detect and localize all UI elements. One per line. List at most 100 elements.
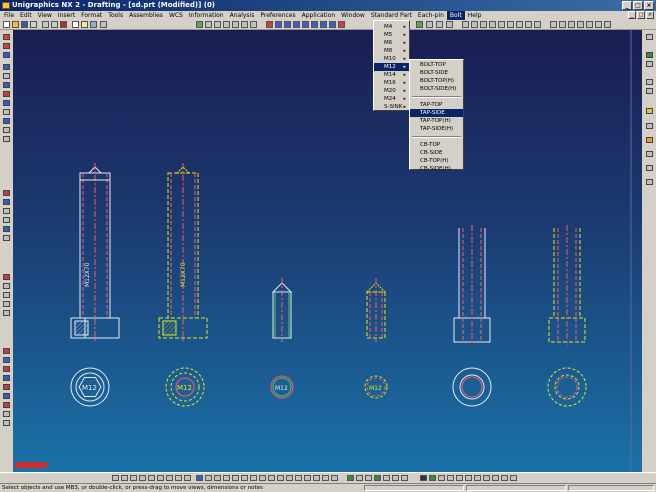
snap-quad-icon[interactable] (157, 475, 164, 481)
menu-edit[interactable]: Edit (17, 11, 35, 20)
bolt-side-view-1[interactable]: M12X70 (70, 163, 120, 342)
layer-setting-icon[interactable] (232, 475, 239, 481)
menu-window[interactable]: Window (338, 11, 368, 20)
tool-n-icon[interactable] (483, 475, 490, 481)
tool-b-icon[interactable] (365, 475, 372, 481)
break-icon[interactable] (232, 21, 239, 28)
sketch-icon[interactable] (3, 34, 10, 40)
bolt-menu-item-m10[interactable]: M10 ▸ (374, 55, 409, 63)
tap-side-view-1[interactable] (271, 278, 293, 342)
tool-d-icon[interactable] (383, 475, 390, 481)
shade-icon[interactable] (329, 21, 336, 28)
snap-intersect-icon[interactable] (166, 475, 173, 481)
bolt-menu-item-m6[interactable]: M6 ▸ (374, 39, 409, 47)
bolt-menu-item-m12[interactable]: M12 ▸ (374, 63, 409, 71)
dim-horizontal-icon[interactable] (3, 348, 10, 354)
tool-j-icon[interactable] (447, 475, 454, 481)
tool-m-icon[interactable] (474, 475, 481, 481)
fit-icon[interactable] (266, 21, 273, 28)
chamfer-icon[interactable] (3, 82, 10, 88)
toolbar-extra-5-icon[interactable] (586, 21, 593, 28)
rectangle-icon[interactable] (3, 91, 10, 97)
right-tool-6-icon[interactable] (646, 108, 653, 114)
tap-top-view-1[interactable]: M12 (270, 375, 294, 399)
refresh-icon[interactable] (302, 21, 309, 28)
right-tool-4-icon[interactable] (646, 79, 653, 85)
help-pointer-icon[interactable] (100, 21, 107, 28)
dim-radius-icon[interactable] (3, 384, 10, 390)
properties-icon[interactable] (90, 21, 97, 28)
delete-icon[interactable] (60, 21, 67, 28)
select-point-icon[interactable] (462, 21, 469, 28)
bolt-menu-item-s-sink[interactable]: S-SINK ▸ (374, 103, 409, 111)
tool-e-icon[interactable] (392, 475, 399, 481)
select-note-icon[interactable] (507, 21, 514, 28)
rotate-curve-icon[interactable] (3, 235, 10, 241)
redo-icon[interactable] (51, 21, 58, 28)
menu-assemblies[interactable]: Assemblies (126, 11, 166, 20)
point-icon[interactable] (3, 118, 10, 124)
tool-g-icon[interactable] (420, 475, 427, 481)
symbol-icon[interactable] (3, 292, 10, 298)
snap-icon[interactable] (436, 21, 443, 28)
dim-diameter-icon[interactable] (3, 393, 10, 399)
lock-icon[interactable] (331, 475, 338, 481)
tool-p-icon[interactable] (501, 475, 508, 481)
submenu-item-tap-top-h[interactable]: TAP-TOP(H) (410, 117, 463, 125)
tool-q-icon[interactable] (510, 475, 517, 481)
selection-filter-icon[interactable] (112, 475, 119, 481)
extend-icon[interactable] (3, 208, 10, 214)
dim-angular-icon[interactable] (3, 375, 10, 381)
cb-side-view-1[interactable] (453, 225, 491, 346)
undo-icon[interactable] (42, 21, 49, 28)
bolt-menu-item-m5[interactable]: M5 ▸ (374, 31, 409, 39)
menu-insert[interactable]: Insert (55, 11, 78, 20)
paste-icon[interactable] (81, 21, 88, 28)
select-symbol-icon[interactable] (516, 21, 523, 28)
snap-center-icon[interactable] (148, 475, 155, 481)
color-icon[interactable] (223, 475, 230, 481)
fillet-icon[interactable] (3, 73, 10, 79)
right-tool-1-icon[interactable] (646, 34, 653, 40)
select-sheet-icon[interactable] (498, 21, 505, 28)
right-tool-2-icon[interactable] (646, 52, 653, 58)
pan-icon[interactable] (284, 21, 291, 28)
line-icon[interactable] (3, 43, 10, 49)
snap-perp-icon[interactable] (184, 475, 191, 481)
layer-icon[interactable] (311, 21, 318, 28)
submenu-item-bolt-side[interactable]: BOLT-SIDE (410, 69, 463, 77)
edit-icon[interactable] (3, 190, 10, 196)
submenu-item-cb-top-h[interactable]: CB-TOP(H) (410, 157, 463, 165)
tool-f-icon[interactable] (401, 475, 408, 481)
copy-object-icon[interactable] (286, 475, 293, 481)
line-width-icon[interactable] (214, 475, 221, 481)
submenu-item-tap-top[interactable]: TAP-TOP (410, 101, 463, 109)
right-tool-8-icon[interactable] (646, 137, 653, 143)
drawing-icon[interactable] (196, 21, 203, 28)
centerline-icon[interactable] (3, 310, 10, 316)
view-icon[interactable] (205, 21, 212, 28)
move-icon[interactable] (3, 226, 10, 232)
tool-green-icon[interactable] (347, 475, 354, 481)
print-icon[interactable] (30, 21, 37, 28)
offset-icon[interactable] (3, 127, 10, 133)
hatch-icon[interactable] (3, 301, 10, 307)
maximize-button[interactable]: □ (633, 1, 643, 10)
submenu-item-cb-top[interactable]: CB-TOP (410, 141, 463, 149)
bolt-menu-item-m20[interactable]: M20 ▸ (374, 87, 409, 95)
toolbar-extra-1-icon[interactable] (550, 21, 557, 28)
filter-icon[interactable] (446, 21, 453, 28)
tool-h-icon[interactable] (429, 475, 436, 481)
menu-application[interactable]: Application (299, 11, 339, 20)
close-button[interactable]: × (644, 1, 654, 10)
menu-format[interactable]: Format (78, 11, 105, 20)
zoom-icon[interactable] (275, 21, 282, 28)
cb-side-view-2[interactable] (548, 225, 586, 346)
menu-view[interactable]: View (35, 11, 55, 20)
bolt-menu-item-m16[interactable]: M16 ▸ (374, 79, 409, 87)
unblank-icon[interactable] (250, 475, 257, 481)
cb-top-view-1[interactable] (452, 367, 492, 407)
spline-icon[interactable] (3, 109, 10, 115)
circle-icon[interactable] (3, 64, 10, 70)
dim-chamfer-icon[interactable] (3, 402, 10, 408)
